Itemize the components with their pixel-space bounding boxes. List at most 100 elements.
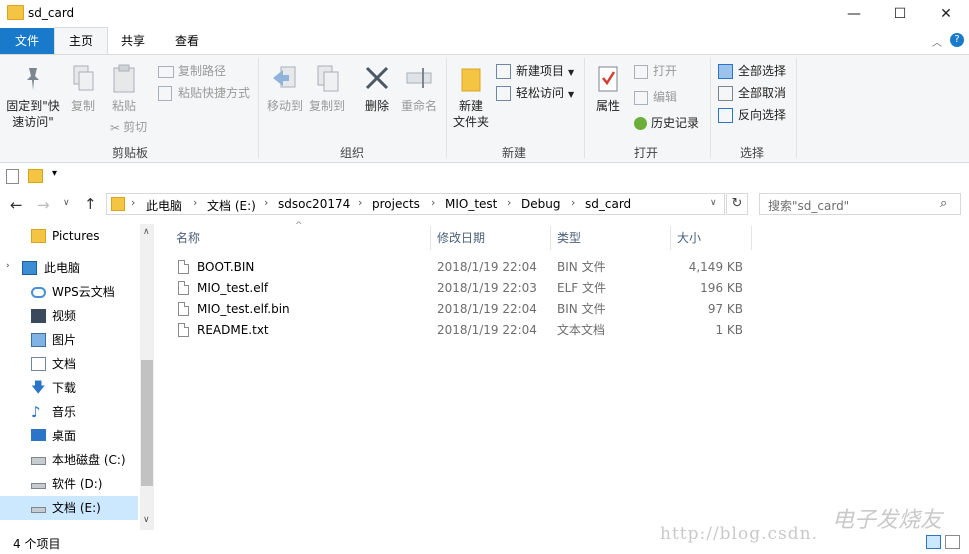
cut-button[interactable]: ✂ 剪切 [110,117,147,137]
nav-label: 音乐 [52,405,77,419]
breadcrumb-this-pc[interactable]: 此电脑 [146,197,182,214]
delete-button[interactable]: 删除 [358,64,396,114]
properties-check-icon[interactable] [6,169,19,184]
move-to-button[interactable]: 移动到 [264,64,306,114]
nav-item-drive-c[interactable]: 本地磁盘 (C:) [0,448,154,472]
forward-arrow-icon[interactable]: → [37,196,50,214]
scroll-up-icon[interactable]: ∧ [143,227,150,237]
large-icons-view-icon[interactable] [945,535,960,549]
column-header-name[interactable]: 名称 [170,226,430,250]
pin-label-1: 固定到"快 [6,99,60,113]
nav-item-pictures[interactable]: Pictures [0,224,154,248]
file-row[interactable]: MIO_test.elf 2018/1/19 22:03 ELF 文件 196 … [172,278,752,299]
breadcrumb-debug[interactable]: Debug [521,197,560,211]
paste-shortcut-label: 粘贴快捷方式 [178,86,251,100]
window-title: sd_card [28,6,75,20]
nav-item-documents[interactable]: 文档 [0,352,154,376]
new-item-icon [496,64,511,79]
select-none-button[interactable]: 全部取消 [718,83,786,103]
tab-share[interactable]: 共享 [108,28,158,54]
copy-to-button[interactable]: 复制到 [306,64,348,114]
nav-item-videos[interactable]: 视频 [0,304,154,328]
breadcrumb-separator[interactable]: › [193,196,197,209]
nav-item-drive-e[interactable]: 文档 (E:) [0,496,138,520]
address-dropdown-icon[interactable]: ∨ [710,198,717,208]
nav-item-music[interactable]: ♪ 音乐 [0,400,154,424]
maximize-button[interactable]: ☐ [877,0,923,28]
nav-item-downloads[interactable]: 🡇 下载 [0,376,154,400]
column-divider[interactable] [751,226,752,250]
file-name: BOOT.BIN [197,260,255,274]
copy-path-button[interactable]: 复制路径 [158,61,226,81]
nav-item-drive-d[interactable]: 软件 (D:) [0,472,154,496]
edit-button[interactable]: 编辑 [634,87,677,107]
customize-toolbar-icon[interactable]: ▾ [52,168,57,179]
breadcrumb-separator[interactable]: › [571,196,575,209]
tab-home[interactable]: 主页 [54,27,108,54]
new-item-button[interactable]: 新建项目 ▼ [496,61,574,81]
breadcrumb-separator[interactable]: › [507,196,511,209]
move-to-label: 移动到 [266,99,303,113]
breadcrumb-sdsoc[interactable]: sdsoc20174 [278,197,350,211]
breadcrumb-sd-card[interactable]: sd_card [585,197,631,211]
new-folder-small-icon[interactable] [28,169,43,183]
edit-icon [634,90,648,105]
breadcrumb-drive-e[interactable]: 文档 (E:) [207,197,256,214]
minimize-button[interactable]: — [831,0,877,28]
paste-button[interactable]: 粘贴 [104,64,144,114]
select-all-button[interactable]: 全部选择 [718,61,786,81]
nav-item-pictures-lib[interactable]: 图片 [0,328,154,352]
breadcrumb-separator[interactable]: › [131,196,135,209]
dropdown-caret-icon: ▼ [568,68,575,77]
new-folder-button[interactable]: 新建 文件夹 [450,64,492,130]
tab-file[interactable]: 文件 [0,28,54,54]
history-button[interactable]: 历史记录 [634,113,699,133]
folder-icon [111,197,125,211]
breadcrumb-separator[interactable]: › [358,196,362,209]
file-row[interactable]: README.txt 2018/1/19 22:04 文本文档 1 KB [172,320,752,341]
column-header-type[interactable]: 类型 [551,226,670,250]
column-header-size[interactable]: 大小 [671,226,751,250]
copy-button[interactable]: 复制 [64,64,102,114]
breadcrumb-separator[interactable]: › [264,196,268,209]
tab-view[interactable]: 查看 [160,28,214,54]
breadcrumb-mio-test[interactable]: MIO_test [445,197,497,211]
back-arrow-icon[interactable]: ← [10,196,23,214]
nav-scrollbar-thumb[interactable] [141,360,153,486]
file-row[interactable]: MIO_test.elf.bin 2018/1/19 22:04 BIN 文件 … [172,299,752,320]
easy-access-button[interactable]: 轻松访问 ▼ [496,83,574,103]
paste-label: 粘贴 [111,99,136,113]
open-button[interactable]: 打开 [634,61,677,81]
refresh-icon[interactable]: ↻ [726,193,748,215]
breadcrumb-separator[interactable]: › [431,196,435,209]
column-header-modified[interactable]: 修改日期 [431,226,550,250]
pin-to-quick-access-button[interactable]: 固定到"快 速访问" [4,64,62,130]
rename-label: 重命名 [400,99,437,113]
properties-button[interactable]: 属性 [590,64,626,114]
recent-locations-icon[interactable]: ∨ [63,198,70,208]
delete-label: 删除 [364,99,389,113]
details-view-icon[interactable] [926,535,941,549]
nav-item-desktop[interactable]: 桌面 [0,424,154,448]
help-icon[interactable]: ? [950,33,964,47]
nav-item-this-pc[interactable]: 此电脑 [0,256,154,280]
file-icon [178,281,189,295]
copy-path-icon [158,65,174,78]
search-icon[interactable]: ⌕ [940,196,947,211]
invert-selection-button[interactable]: 反向选择 [718,105,786,125]
open-icon [634,64,648,79]
breadcrumb-projects[interactable]: projects [372,197,420,211]
cloud-icon [31,287,46,298]
file-row[interactable]: BOOT.BIN 2018/1/19 22:04 BIN 文件 4,149 KB [172,257,752,278]
delete-x-icon [365,66,389,90]
scroll-down-icon[interactable]: ∨ [143,515,150,525]
paste-shortcut-button[interactable]: 粘贴快捷方式 [158,83,250,103]
file-type: BIN 文件 [557,260,606,274]
ribbon-collapse-icon[interactable]: ︿ [932,34,942,49]
close-button[interactable]: ✕ [923,0,969,28]
rename-button[interactable]: 重命名 [398,64,440,114]
search-placeholder: 搜索"sd_card" [768,199,850,213]
up-arrow-icon[interactable]: ↑ [84,195,97,213]
status-bar [0,530,969,554]
nav-item-wps-cloud[interactable]: WPS云文档 [0,280,154,304]
